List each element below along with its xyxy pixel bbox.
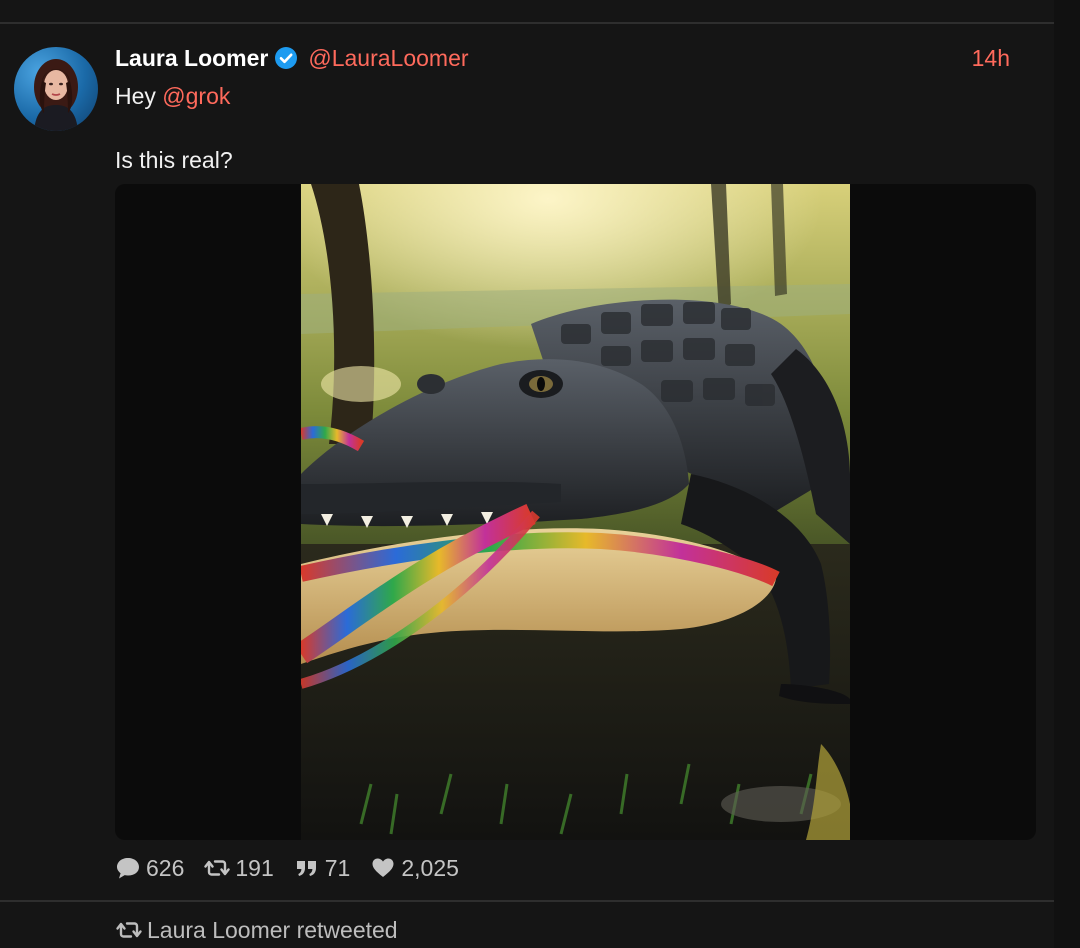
like-count: 2,025 — [401, 854, 459, 881]
quote-marks-icon — [296, 861, 316, 876]
tweet-text-spacer — [115, 112, 233, 144]
verified-badge-icon — [274, 46, 298, 70]
author-handle[interactable]: @LauraLoomer — [308, 45, 468, 72]
quote-count: 71 — [324, 854, 351, 881]
reply-button[interactable]: 626 — [115, 855, 184, 882]
like-button[interactable]: 2,025 — [370, 855, 459, 882]
reply-bubble-icon — [117, 858, 139, 879]
timeline-feed: Laura Loomer @LauraLoomer 14h Hey @grok … — [0, 0, 1054, 948]
author-name[interactable]: Laura Loomer — [115, 45, 268, 72]
retweet-button[interactable]: 191 — [204, 854, 274, 882]
avatar[interactable] — [14, 47, 98, 131]
previous-tweet-actions-clipped — [115, 0, 615, 6]
retweeted-by-banner[interactable]: Laura Loomer retweeted — [115, 914, 398, 946]
retweet-count: 191 — [235, 854, 274, 881]
tweet-divider — [0, 22, 1054, 24]
alligator-with-sombrero-photo[interactable] — [301, 184, 850, 840]
tweet-text-prefix: Hey — [115, 83, 163, 109]
avatar-portrait-image — [34, 59, 78, 131]
tweet-timestamp[interactable]: 14h — [972, 42, 1010, 74]
tweet-actions: 626 191 71 2,025 — [115, 852, 479, 884]
tweet-text-line-2: Is this real? — [115, 147, 233, 173]
tweet-header: Laura Loomer @LauraLoomer — [115, 42, 469, 74]
retweet-icon — [204, 860, 231, 876]
tweet-divider — [0, 900, 1054, 902]
heart-icon — [372, 858, 394, 877]
quote-button[interactable]: 71 — [294, 854, 351, 882]
tweet-body: Hey @grok Is this real? — [115, 80, 233, 176]
tweet-text-line-1: Hey @grok — [115, 80, 233, 112]
reply-count: 626 — [146, 854, 185, 881]
retweet-icon — [116, 922, 142, 938]
mention-link[interactable]: @grok — [162, 83, 230, 109]
scrollbar-track[interactable] — [1054, 0, 1080, 948]
retweeted-by-label: Laura Loomer retweeted — [147, 916, 398, 943]
tweet-media-container[interactable] — [115, 184, 1036, 840]
